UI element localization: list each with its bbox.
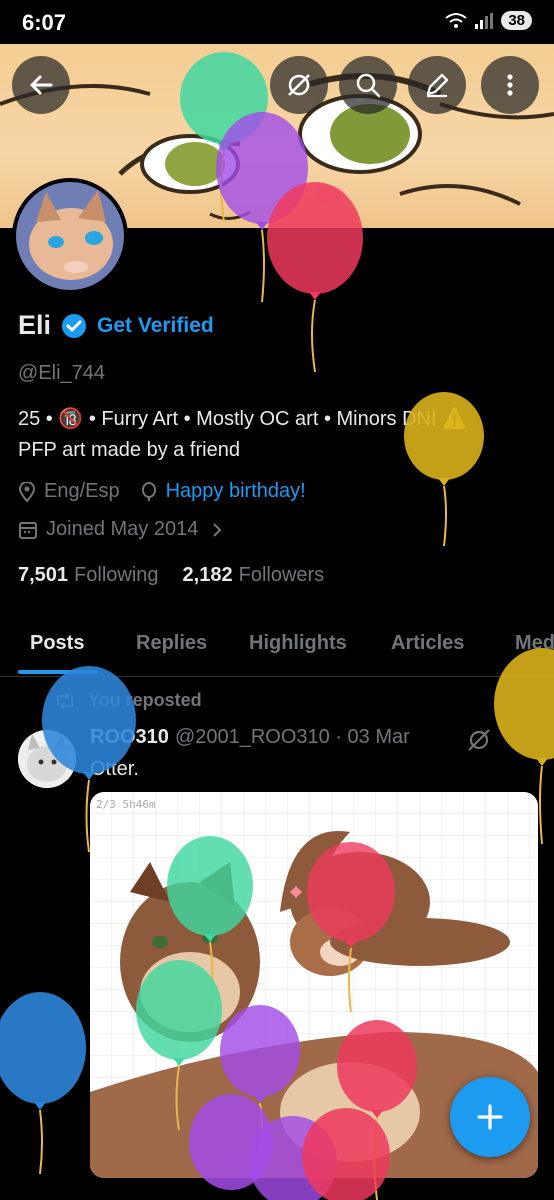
get-verified-link[interactable]: Get Verified bbox=[97, 314, 214, 338]
repost-label: You reposted bbox=[88, 690, 202, 710]
post-text: Otter. bbox=[90, 758, 139, 780]
signal-icon bbox=[475, 12, 494, 29]
compose-button[interactable] bbox=[450, 1077, 530, 1157]
active-tab-indicator bbox=[18, 670, 98, 674]
balloon-icon bbox=[0, 992, 86, 1174]
birthday-link[interactable]: Happy birthday! bbox=[166, 480, 306, 503]
bio-line-2: PFP art made by a friend bbox=[18, 439, 240, 461]
calendar-icon bbox=[19, 521, 37, 539]
profile-bio: 25 • 🔞 • Furry Art • Mostly OC art • Min… bbox=[18, 404, 538, 466]
wifi-icon bbox=[445, 12, 467, 28]
tab-replies[interactable]: Replies bbox=[136, 632, 207, 655]
followers-link[interactable]: 2,182 Followers bbox=[183, 564, 325, 587]
more-button[interactable] bbox=[481, 56, 539, 114]
avatar-image bbox=[16, 182, 124, 290]
followers-label: Followers bbox=[238, 564, 325, 586]
display-name: Eli bbox=[18, 310, 52, 340]
location-text: Eng/Esp bbox=[44, 480, 120, 502]
verified-badge-icon[interactable] bbox=[61, 313, 87, 339]
joined-row[interactable]: Joined May 2014 bbox=[18, 518, 224, 541]
image-watermark-label: 2/3 5h46m bbox=[96, 798, 156, 811]
repost-icon bbox=[57, 691, 73, 710]
search-button[interactable] bbox=[339, 56, 397, 114]
status-bar: 6:07 38 bbox=[0, 0, 554, 44]
following-label: Following bbox=[74, 564, 159, 586]
location-icon bbox=[18, 481, 36, 502]
status-icons: 38 bbox=[445, 11, 532, 30]
translate-icon bbox=[288, 74, 310, 96]
post-author-name[interactable]: ROO310 bbox=[90, 726, 169, 748]
bio-line-1: 25 • 🔞 • Furry Art • Mostly OC art • Min… bbox=[18, 408, 467, 430]
edit-icon bbox=[426, 73, 449, 98]
translate-post-icon[interactable] bbox=[466, 727, 492, 753]
following-count: 7,501 bbox=[18, 564, 69, 586]
search-icon bbox=[356, 73, 381, 98]
follow-stats: 7,501 Following 2,182 Followers bbox=[18, 564, 324, 587]
name-row: Eli Get Verified bbox=[18, 310, 214, 341]
profile-handle: @Eli_744 bbox=[18, 362, 106, 384]
translate-button[interactable] bbox=[270, 56, 328, 114]
edit-button[interactable] bbox=[408, 56, 466, 114]
repost-indicator: You reposted bbox=[54, 690, 202, 711]
more-icon bbox=[507, 74, 513, 96]
back-button[interactable] bbox=[12, 56, 70, 114]
followers-count: 2,182 bbox=[182, 564, 233, 586]
profile-avatar[interactable] bbox=[12, 178, 128, 294]
balloon-icon bbox=[141, 481, 156, 501]
battery-indicator: 38 bbox=[501, 11, 532, 30]
back-arrow-icon bbox=[30, 75, 53, 95]
chevron-right-icon bbox=[213, 522, 222, 537]
post-avatar-image bbox=[18, 730, 76, 788]
post-author-handle: @2001_ROO310 bbox=[174, 726, 330, 748]
tab-highlights[interactable]: Highlights bbox=[249, 632, 347, 655]
status-time: 6:07 bbox=[22, 10, 67, 35]
post-date: · 03 Mar bbox=[335, 726, 410, 748]
plus-icon bbox=[477, 1104, 503, 1130]
profile-meta-row: Eng/Esp Happy birthday! bbox=[18, 480, 306, 503]
tab-articles[interactable]: Articles bbox=[391, 632, 464, 655]
tab-media[interactable]: Media bbox=[515, 632, 554, 655]
tab-posts[interactable]: Posts bbox=[30, 632, 84, 655]
post-author-avatar[interactable] bbox=[18, 730, 76, 788]
profile-tabs: Posts Replies Highlights Articles Media bbox=[0, 620, 554, 677]
following-link[interactable]: 7,501 Following bbox=[18, 564, 159, 587]
post-header: ROO310 @2001_ROO310 · 03 Mar bbox=[90, 726, 410, 749]
joined-text: Joined May 2014 bbox=[46, 518, 199, 540]
